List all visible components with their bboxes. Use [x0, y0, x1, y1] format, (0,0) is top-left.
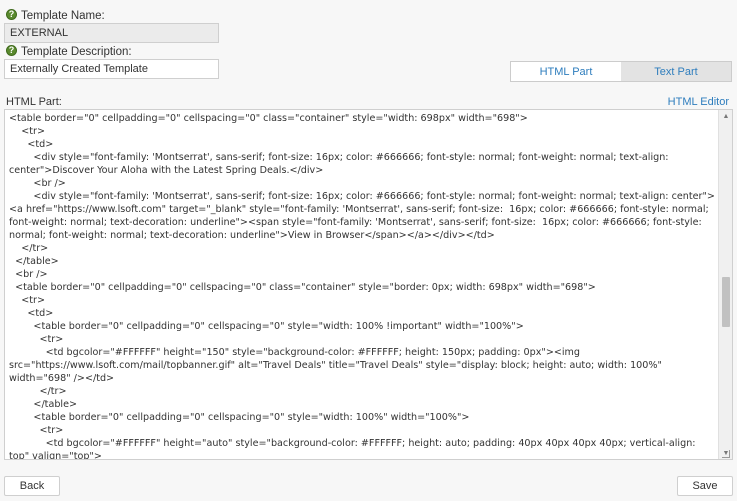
html-code-content[interactable]: <table border="0" cellpadding="0" cellsp… [9, 112, 716, 460]
code-line: <tr> [9, 295, 45, 306]
code-line: <tr> [9, 126, 45, 137]
scroll-up-icon[interactable]: ▲ [719, 110, 732, 122]
help-icon[interactable] [6, 44, 17, 57]
template-name-label: Template Name: [6, 8, 105, 22]
code-line: <table border="0" cellpadding="0" cellsp… [9, 282, 596, 293]
code-line: <table border="0" cellpadding="0" cellsp… [9, 321, 524, 332]
template-description-label: Template Description: [6, 44, 132, 58]
code-line: <tr> [9, 334, 64, 345]
code-line: </table> [9, 256, 59, 267]
code-line: <td> [9, 139, 54, 150]
code-line: <table border="0" cellpadding="0" cellsp… [9, 113, 528, 124]
tab-text-part[interactable]: Text Part [621, 62, 731, 81]
code-line: <td> [9, 308, 54, 319]
resize-grip-icon[interactable] [722, 450, 730, 458]
help-icon[interactable] [6, 8, 17, 21]
code-line: <br /> [9, 178, 66, 189]
code-line: <td bgcolor="#FFFFFF" height="150" style… [9, 347, 665, 384]
code-line: </table> [9, 399, 78, 410]
scroll-thumb[interactable] [722, 277, 730, 327]
template-name-field[interactable]: EXTERNAL [4, 23, 219, 43]
code-line: </tr> [9, 386, 67, 397]
template-name-label-text: Template Name: [21, 10, 105, 22]
code-line: </tr> [9, 243, 49, 254]
tab-html-part[interactable]: HTML Part [511, 62, 621, 81]
code-line: <div style="font-family: 'Montserrat', s… [9, 152, 672, 176]
template-description-label-text: Template Description: [21, 46, 132, 58]
code-line: <div style="font-family: 'Montserrat', s… [9, 191, 715, 241]
code-line: <br /> [9, 269, 48, 280]
html-code-editor[interactable]: <table border="0" cellpadding="0" cellsp… [4, 109, 733, 460]
code-line: <td bgcolor="#FFFFFF" height="auto" styl… [9, 438, 699, 460]
save-button[interactable]: Save [677, 476, 733, 496]
html-part-label: HTML Part: [6, 96, 62, 108]
html-editor-link[interactable]: HTML Editor [668, 96, 729, 108]
template-description-field[interactable]: Externally Created Template [4, 59, 219, 79]
part-tabs: HTML Part Text Part [510, 61, 732, 82]
editor-scrollbar[interactable]: ▲ ▼ [718, 110, 732, 459]
back-button[interactable]: Back [4, 476, 60, 496]
code-line: <tr> [9, 425, 64, 436]
code-line: <table border="0" cellpadding="0" cellsp… [9, 412, 470, 423]
